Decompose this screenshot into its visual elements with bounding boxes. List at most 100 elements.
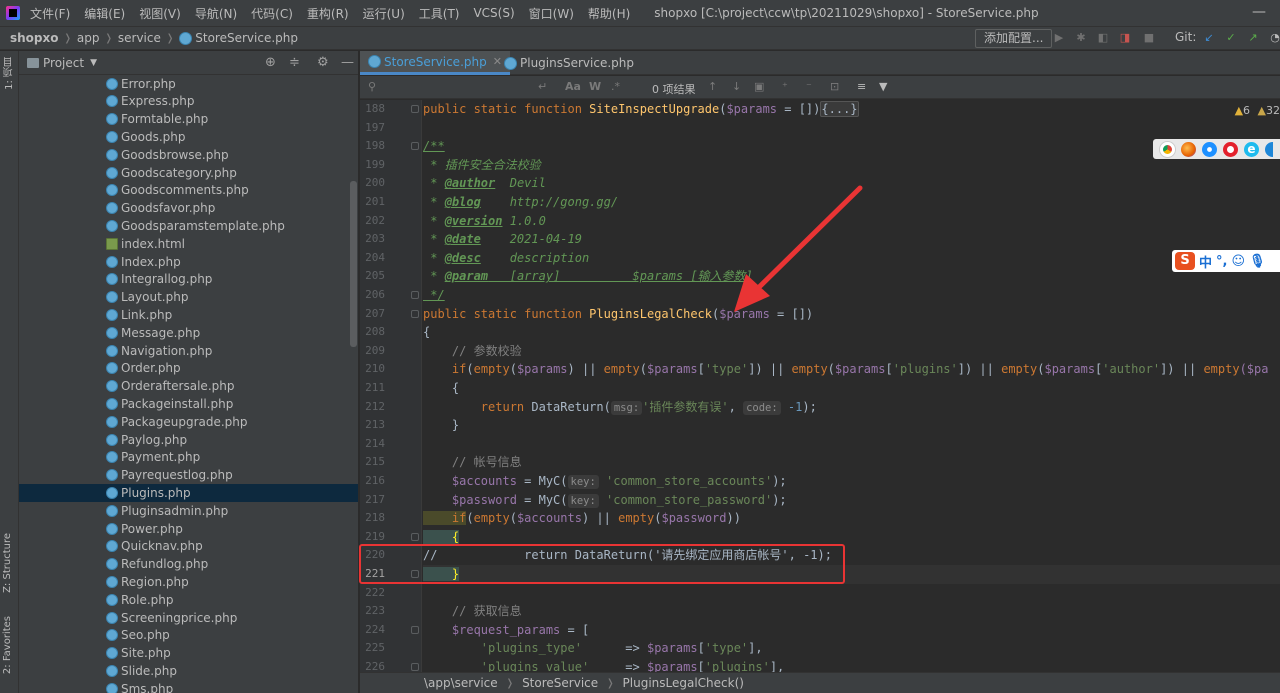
fold-marker-icon[interactable] [411, 291, 419, 299]
select-all-occurrences-icon[interactable]: ⊡ [830, 80, 839, 93]
scrollbar[interactable] [350, 181, 357, 347]
file-tree-item[interactable]: Plugins.php [19, 483, 358, 502]
fold-marker-icon[interactable] [411, 625, 419, 634]
file-tree-item[interactable]: Orderaftersale.php [19, 377, 358, 395]
file-tree-item[interactable]: Navigation.php [19, 342, 358, 360]
breadcrumb-method[interactable]: PluginsLegalCheck() [623, 676, 744, 690]
add-occurrence-icon[interactable]: ⁺ [782, 80, 788, 93]
search-icon[interactable]: ⚲ [368, 80, 376, 93]
words-toggle[interactable]: W [589, 80, 601, 93]
file-tree-item[interactable]: Refundlog.php [19, 555, 358, 573]
tab-storeservice[interactable]: StoreService.php ✕ [360, 51, 510, 75]
minimize-icon[interactable]: — [1252, 4, 1266, 20]
ime-punctuation-toggle[interactable]: °, [1216, 254, 1227, 269]
newline-icon[interactable]: ↵ [538, 80, 547, 93]
menu-run[interactable]: 运行(U) [363, 5, 405, 22]
menu-vcs[interactable]: VCS(S) [473, 6, 514, 20]
file-tree-item[interactable]: Integrallog.php [19, 270, 358, 288]
locate-file-icon[interactable]: ⊕ [265, 55, 276, 70]
regex-toggle[interactable]: .* [611, 80, 620, 93]
inspection-widget[interactable]: ▲6 ▲32 [1235, 104, 1280, 117]
file-tree-item[interactable]: Region.php [19, 573, 358, 591]
menu-file[interactable]: 文件(F) [30, 5, 70, 22]
breadcrumb-service[interactable]: service [118, 31, 161, 45]
file-tree-item[interactable]: Goods.php [19, 128, 358, 146]
ime-language-toggle[interactable]: 中 [1199, 252, 1212, 271]
menu-help[interactable]: 帮助(H) [588, 5, 630, 22]
file-tree-item[interactable]: index.html [19, 235, 358, 253]
folded-region[interactable]: {...} [820, 101, 859, 117]
file-tree-item[interactable]: Power.php [19, 520, 358, 538]
menu-code[interactable]: 代码(C) [251, 5, 293, 22]
add-configuration-button[interactable]: 添加配置... [975, 29, 1053, 48]
gear-icon[interactable]: ⚙ [317, 55, 329, 70]
hide-panel-icon[interactable]: — [341, 55, 354, 70]
git-update-icon[interactable]: ↙ [1202, 31, 1216, 45]
file-tree-item[interactable]: Message.php [19, 324, 358, 342]
file-tree-item[interactable]: Site.php [19, 644, 358, 662]
menu-tools[interactable]: 工具(T) [419, 5, 460, 22]
stop-icon[interactable]: ■ [1142, 31, 1156, 45]
coverage-icon[interactable]: ◧ [1096, 31, 1110, 45]
favorites-tool-tab[interactable]: 2: Favorites [2, 616, 13, 674]
debug-icon[interactable]: ✱ [1074, 31, 1088, 45]
sogou-logo[interactable]: S [1175, 252, 1195, 270]
safari-icon[interactable] [1202, 141, 1217, 157]
file-tree-item[interactable]: Seo.php [19, 626, 358, 644]
ie-icon[interactable]: e [1244, 141, 1259, 157]
menu-navigate[interactable]: 导航(N) [195, 5, 237, 22]
git-commit-icon[interactable]: ✓ [1224, 31, 1238, 45]
breadcrumb-namespace[interactable]: \app\service [424, 676, 498, 690]
file-tree-item[interactable]: Error.php [19, 75, 358, 93]
arrow-down-icon[interactable]: ↓ [732, 80, 741, 93]
fold-marker-icon[interactable] [411, 105, 419, 113]
breadcrumb-file[interactable]: StoreService.php [195, 31, 298, 45]
file-tree-item[interactable]: Paylog.php [19, 431, 358, 449]
file-tree-item[interactable]: Goodscomments.php [19, 181, 358, 199]
firefox-icon[interactable] [1181, 141, 1196, 157]
file-tree-item[interactable]: Quicknav.php [19, 537, 358, 555]
project-view-selector[interactable]: Project [43, 56, 84, 70]
run-icon[interactable]: ▶ [1052, 31, 1066, 45]
file-tree-item[interactable]: Packageupgrade.php [19, 413, 358, 431]
opera-icon[interactable] [1223, 141, 1238, 157]
file-tree-item[interactable]: Slide.php [19, 662, 358, 680]
file-tree-item[interactable]: Goodsbrowse.php [19, 146, 358, 164]
file-tree-item[interactable]: Index.php [19, 253, 358, 271]
edge-icon[interactable] [1265, 141, 1273, 157]
file-tree-item[interactable]: Sms.php [19, 680, 358, 693]
file-tree-item[interactable]: Payrequestlog.php [19, 466, 358, 484]
chrome-icon[interactable] [1160, 141, 1175, 157]
profile-icon[interactable]: ◨ [1118, 31, 1132, 45]
chevron-down-icon[interactable]: ▼ [90, 58, 97, 68]
emoji-icon[interactable]: ☺ [1231, 254, 1245, 269]
menu-edit[interactable]: 编辑(E) [84, 5, 125, 22]
file-tree-item[interactable]: Express.php [19, 92, 358, 110]
remove-occurrence-icon[interactable]: ⁻ [806, 80, 812, 93]
tab-pluginsservice[interactable]: PluginsService.php [496, 51, 642, 75]
project-tool-tab[interactable]: 1: 项目 [2, 57, 17, 90]
file-tree-item[interactable]: Packageinstall.php [19, 395, 358, 413]
filter-icon[interactable]: ▼ [879, 80, 887, 93]
git-push-icon[interactable]: ↗ [1246, 31, 1260, 45]
menu-view[interactable]: 视图(V) [139, 5, 181, 22]
file-tree-item[interactable]: Goodsfavor.php [19, 199, 358, 217]
breadcrumb-class[interactable]: StoreService [522, 676, 598, 690]
menu-window[interactable]: 窗口(W) [529, 5, 574, 22]
collapse-all-icon[interactable]: ≑ [289, 55, 300, 70]
fold-marker-icon[interactable] [411, 309, 419, 318]
file-tree-item[interactable]: Pluginsadmin.php [19, 502, 358, 520]
breadcrumb-app[interactable]: app [77, 31, 100, 45]
file-tree-item[interactable]: Goodscategory.php [19, 164, 358, 182]
match-case-toggle[interactable]: Aa [565, 80, 581, 93]
file-tree-item[interactable]: Order.php [19, 359, 358, 377]
fold-marker-icon[interactable] [411, 532, 419, 541]
structure-tool-tab[interactable]: Z: Structure [2, 533, 13, 593]
file-tree-item[interactable]: Payment.php [19, 448, 358, 466]
file-tree-item[interactable]: Layout.php [19, 288, 358, 306]
file-tree-item[interactable]: Link.php [19, 306, 358, 324]
fold-marker-icon[interactable] [411, 663, 419, 671]
file-tree-item[interactable]: Goodsparamstemplate.php [19, 217, 358, 235]
breadcrumb-project[interactable]: shopxo [10, 31, 59, 45]
select-all-icon[interactable]: ▣ [754, 80, 764, 93]
